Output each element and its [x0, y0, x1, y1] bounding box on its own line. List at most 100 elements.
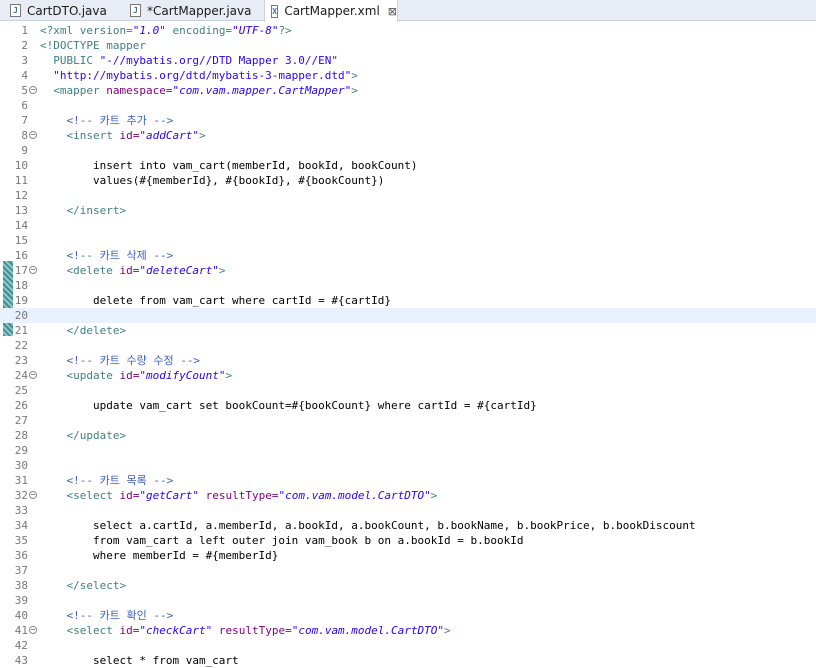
code-line[interactable]: 21 </delete>: [0, 323, 816, 338]
line-number: 36: [14, 549, 28, 562]
code-line[interactable]: 9: [0, 143, 816, 158]
line-number: 21: [14, 324, 28, 337]
xml-file-icon: X: [271, 4, 279, 18]
code-text: <!-- 카트 추가 -->: [40, 113, 173, 128]
code-line[interactable]: 36 where memberId = #{memberId}: [0, 548, 816, 563]
code-token: "deleteCart": [139, 264, 219, 277]
close-tab-icon[interactable]: ⊠: [388, 5, 397, 18]
code-line[interactable]: 16 <!-- 카트 삭제 -->: [0, 248, 816, 263]
code-text: PUBLIC "-//mybatis.org//DTD Mapper 3.0//…: [40, 53, 338, 68]
code-line[interactable]: 15: [0, 233, 816, 248]
code-line[interactable]: 28 </update>: [0, 428, 816, 443]
code-token: "com.vam.mapper.CartMapper": [172, 84, 352, 97]
code-line[interactable]: 39: [0, 593, 816, 608]
code-text: <!DOCTYPE mapper: [40, 38, 146, 53]
code-line[interactable]: 31 <!-- 카트 목록 -->: [0, 473, 816, 488]
code-line[interactable]: 19 delete from vam_cart where cartId = #…: [0, 293, 816, 308]
code-token: "checkCart": [139, 624, 213, 637]
fold-collapse-icon[interactable]: −: [29, 491, 37, 499]
code-line[interactable]: 26 update vam_cart set bookCount=#{bookC…: [0, 398, 816, 413]
line-number: 27: [14, 414, 28, 427]
line-number: 11: [14, 174, 28, 187]
fold-collapse-icon[interactable]: −: [29, 626, 37, 634]
code-text: </insert>: [40, 203, 126, 218]
code-line[interactable]: 27: [0, 413, 816, 428]
line-number: 23: [14, 354, 28, 367]
line-number: 24: [14, 369, 28, 382]
code-line[interactable]: 8− <insert id="addCart">: [0, 128, 816, 143]
code-line[interactable]: 42: [0, 638, 816, 653]
code-token: update vam_cart set bookCount=#{bookCoun…: [40, 399, 537, 412]
code-line[interactable]: 22: [0, 338, 816, 353]
code-line[interactable]: 41− <select id="checkCart" resultType="c…: [0, 623, 816, 638]
line-number: 17: [14, 264, 28, 277]
tab-cartdto-java[interactable]: J CartDTO.java: [4, 0, 114, 21]
code-line[interactable]: 23 <!-- 카트 수량 수정 -->: [0, 353, 816, 368]
line-number: 4: [21, 69, 28, 82]
code-token: <!-- 카트 추가 -->: [40, 114, 174, 127]
code-line[interactable]: 34 select a.cartId, a.memberId, a.bookId…: [0, 518, 816, 533]
code-token: </insert>: [40, 204, 127, 217]
code-line[interactable]: 20: [0, 308, 816, 323]
code-line[interactable]: 5− <mapper namespace="com.vam.mapper.Car…: [0, 83, 816, 98]
code-line[interactable]: 38 </select>: [0, 578, 816, 593]
code-line[interactable]: 1 <?xml version="1.0" encoding="UTF-8"?>: [0, 23, 816, 38]
code-line[interactable]: 3 PUBLIC "-//mybatis.org//DTD Mapper 3.0…: [0, 53, 816, 68]
code-text: select a.cartId, a.memberId, a.bookId, a…: [40, 518, 696, 533]
code-line[interactable]: 17− <delete id="deleteCart">: [0, 263, 816, 278]
code-line[interactable]: 40 <!-- 카트 확인 -->: [0, 608, 816, 623]
code-token: >: [430, 489, 438, 502]
line-number: 10: [14, 159, 28, 172]
fold-collapse-icon[interactable]: −: [29, 86, 37, 94]
code-line[interactable]: 14: [0, 218, 816, 233]
code-token: <!-- 카트 목록 -->: [40, 474, 174, 487]
code-line[interactable]: 35 from vam_cart a left outer join vam_b…: [0, 533, 816, 548]
code-token: id=: [119, 624, 140, 637]
tab-cartmapper-java[interactable]: J *CartMapper.java: [124, 0, 260, 21]
line-number: 33: [14, 504, 28, 517]
code-line[interactable]: 24− <update id="modifyCount">: [0, 368, 816, 383]
code-line[interactable]: 18: [0, 278, 816, 293]
code-token: "modifyCount": [139, 369, 226, 382]
code-text: <!-- 카트 삭제 -->: [40, 248, 173, 263]
code-text: insert into vam_cart(memberId, bookId, b…: [40, 158, 418, 173]
code-line[interactable]: 37: [0, 563, 816, 578]
code-line[interactable]: 6: [0, 98, 816, 113]
code-editor[interactable]: 1 <?xml version="1.0" encoding="UTF-8"?> 2…: [0, 21, 816, 667]
line-number: 13: [14, 204, 28, 217]
fold-collapse-icon[interactable]: −: [29, 131, 37, 139]
code-line[interactable]: 12: [0, 188, 816, 203]
code-token: "-//mybatis.org//DTD Mapper 3.0//EN": [99, 54, 339, 67]
code-line[interactable]: 43 select * from vam_cart: [0, 653, 816, 668]
fold-collapse-icon[interactable]: −: [29, 266, 37, 274]
code-token: "getCart": [139, 489, 199, 502]
editor-tab-bar: J CartDTO.java J *CartMapper.java X Cart…: [0, 0, 816, 22]
code-line[interactable]: 10 insert into vam_cart(memberId, bookId…: [0, 158, 816, 173]
code-line[interactable]: 4 "http://mybatis.org/dtd/mybatis-3-mapp…: [0, 68, 816, 83]
code-line[interactable]: 29: [0, 443, 816, 458]
line-number: 7: [21, 114, 28, 127]
code-text: update vam_cart set bookCount=#{bookCoun…: [40, 398, 537, 413]
line-number: 40: [14, 609, 28, 622]
code-line[interactable]: 30: [0, 458, 816, 473]
code-line[interactable]: 25: [0, 383, 816, 398]
code-line[interactable]: 2 <!DOCTYPE mapper: [0, 38, 816, 53]
code-line[interactable]: 32− <select id="getCart" resultType="com…: [0, 488, 816, 503]
code-line[interactable]: 11 values(#{memberId}, #{bookId}, #{book…: [0, 173, 816, 188]
code-line[interactable]: 33: [0, 503, 816, 518]
code-text: <insert id="addCart">: [40, 128, 205, 143]
code-token: delete from vam_cart where cartId = #{ca…: [40, 294, 391, 307]
code-token: >: [351, 84, 358, 97]
fold-collapse-icon[interactable]: −: [29, 371, 37, 379]
code-text: </update>: [40, 428, 126, 443]
code-text: where memberId = #{memberId}: [40, 548, 278, 563]
tab-cartmapper-xml[interactable]: X CartMapper.xml ⊠: [264, 0, 398, 22]
tab-label: CartDTO.java: [27, 3, 107, 18]
line-number: 15: [14, 234, 28, 247]
code-text: <!-- 카트 수량 수정 -->: [40, 353, 200, 368]
line-number: 39: [14, 594, 28, 607]
code-line[interactable]: 13 </insert>: [0, 203, 816, 218]
code-line[interactable]: 7 <!-- 카트 추가 -->: [0, 113, 816, 128]
code-text: select * from vam_cart: [40, 653, 239, 668]
line-number: 28: [14, 429, 28, 442]
